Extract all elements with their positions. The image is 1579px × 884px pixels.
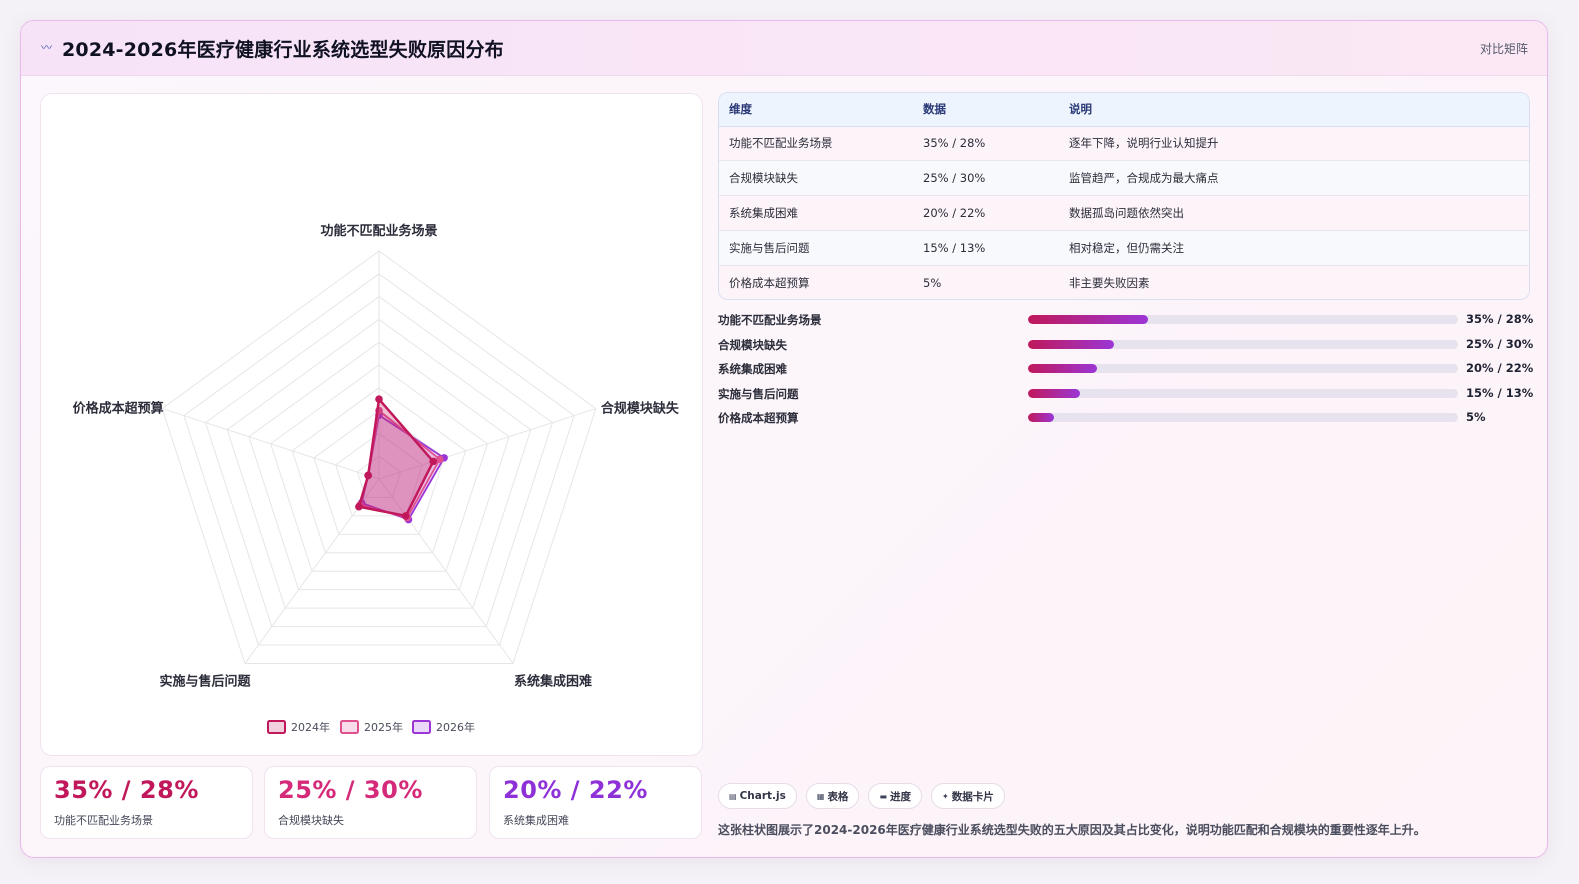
table-row: 价格成本超预算 5% 非主要失败因素 xyxy=(719,265,1529,299)
progress-value: 15% / 13% xyxy=(1466,385,1534,400)
chip-label: Chart.js xyxy=(739,790,786,802)
table-row: 合规模块缺失 25% / 30% 监管趋严，合规成为最大痛点 xyxy=(719,160,1529,197)
grid-spoke xyxy=(162,408,380,480)
progress-track xyxy=(1028,315,1458,324)
page-title: 2024-2026年医疗健康行业系统选型失败原因分布 xyxy=(62,39,504,61)
comparison-table: 维度 数据 说明 功能不匹配业务场景 35% / 28% 逐年下降，说明行业认知… xyxy=(718,92,1530,300)
table-cell: 合规模块缺失 xyxy=(719,160,913,197)
stat-card-compliance: 25% / 30% 合规模块缺失 xyxy=(264,766,477,839)
stat-card-integration: 20% / 22% 系统集成困难 xyxy=(489,766,702,839)
wave-icon: 〰 xyxy=(41,41,52,54)
progress-track xyxy=(1028,388,1458,398)
progress-row: 系统集成困难 20% / 22% xyxy=(718,359,1534,384)
table-cell: 35% / 28% xyxy=(913,126,1059,162)
progress-value: 5% xyxy=(1466,410,1486,424)
progress-track xyxy=(1028,339,1458,349)
table-row: 实施与售后问题 15% / 13% 相对稳定，但仍需关注 xyxy=(719,230,1529,266)
table-cell: 监管趋严，合规成为最大痛点 xyxy=(1059,160,1529,197)
table-cell: 15% / 13% xyxy=(913,230,1059,266)
progress-list: 功能不匹配业务场景 35% / 28% 合规模块缺失 25% / 30% 系统集… xyxy=(718,310,1534,433)
chip-label: 表格 xyxy=(827,790,849,803)
progress-row: 价格成本超预算 5% xyxy=(718,408,1530,433)
table-cell: 20% / 22% xyxy=(913,195,1059,231)
data-point xyxy=(402,512,410,520)
table-row: 系统集成困难 20% / 22% 数据孤岛问题依然突出 xyxy=(719,195,1529,231)
stat-value: 35% / 28% xyxy=(54,776,199,804)
progress-fill xyxy=(1028,388,1080,398)
table-cell: 5% xyxy=(923,275,942,290)
progress-value: 35% / 28% xyxy=(1466,312,1534,326)
chip-chartjs[interactable]: ▤ Chart.js xyxy=(718,783,797,809)
chart-description: 这张柱状图展示了2024-2026年医疗健康行业系统选型失败的五大原因及其占比变… xyxy=(718,823,1426,837)
axis-label: 功能不匹配业务场景 xyxy=(320,223,437,239)
progress-label: 功能不匹配业务场景 xyxy=(718,313,822,327)
chip-label: 数据卡片 xyxy=(951,790,994,803)
legend-swatch xyxy=(340,720,359,734)
radar-chart: 功能不匹配业务场景合规模块缺失系统集成困难 实施与售后问题 价格成本超预算 2024… xyxy=(73,223,680,734)
progress-label: 价格成本超预算 xyxy=(718,411,799,425)
table-cell: 功能不匹配业务场景 xyxy=(719,126,913,162)
progress-label: 系统集成困难 xyxy=(718,362,787,376)
legend-swatch xyxy=(412,720,431,734)
axis-label: 实施与售后问题 xyxy=(159,673,251,689)
table-cell: 系统集成困难 xyxy=(719,195,913,231)
progress-icon: ▬ xyxy=(879,791,887,801)
data-point xyxy=(435,455,444,464)
progress-row: 功能不匹配业务场景 35% / 28% xyxy=(718,310,1534,335)
progress-fill xyxy=(1028,339,1114,349)
table-row: 功能不匹配业务场景 35% / 28% 逐年下降，说明行业认知提升 xyxy=(719,126,1529,162)
chip-data-card[interactable]: ✦ 数据卡片 xyxy=(931,783,1005,809)
table-cell: 数据孤岛问题依然突出 xyxy=(1059,195,1529,231)
progress-value: 20% / 22% xyxy=(1466,361,1534,375)
progress-row: 合规模块缺失 25% / 30% xyxy=(718,335,1534,360)
stat-label: 系统集成困难 xyxy=(503,814,569,827)
data-point xyxy=(375,395,383,404)
dashboard-card: 〰 2024-2026年医疗健康行业系统选型失败原因分布 对比矩阵 功能不匹配业… xyxy=(20,20,1548,858)
data-point xyxy=(355,502,363,511)
stat-value: 25% / 30% xyxy=(278,776,423,804)
table-icon: ▦ xyxy=(816,791,825,801)
axis-label: 价格成本超预算 xyxy=(73,401,164,417)
header: 〰 2024-2026年医疗健康行业系统选型失败原因分布 对比矩阵 xyxy=(21,21,1547,76)
stat-label: 功能不匹配业务场景 xyxy=(54,814,153,827)
data-point xyxy=(364,471,372,480)
legend-swatch xyxy=(267,720,286,734)
chip-label: 进度 xyxy=(890,790,911,803)
legend-label: 2026年 xyxy=(436,720,475,734)
table-cell: 实施与售后问题 xyxy=(719,230,913,266)
feature-chips: ▤ Chart.js ▦ 表格 ▬ 进度 ✦ 数据卡片 xyxy=(718,783,1005,809)
table-header-row: 维度 数据 说明 xyxy=(719,93,1529,127)
data-point xyxy=(429,457,438,466)
progress-label: 合规模块缺失 xyxy=(718,337,787,352)
progress-track xyxy=(1028,364,1458,373)
stat-value: 20% / 22% xyxy=(503,776,648,804)
stat-card-functional: 35% / 28% 功能不匹配业务场景 xyxy=(40,766,253,839)
table-cell: 逐年下降，说明行业认知提升 xyxy=(1059,126,1529,162)
table-cell: 25% / 30% xyxy=(913,160,1059,197)
progress-row: 实施与售后问题 15% / 13% xyxy=(718,384,1534,409)
sparkle-icon: ✦ xyxy=(942,791,949,801)
axis-label: 合规模块缺失 xyxy=(601,401,680,417)
radar-chart-panel: 功能不匹配业务场景合规模块缺失系统集成困难 实施与售后问题 价格成本超预算 2024… xyxy=(40,93,703,756)
progress-value: 25% / 30% xyxy=(1466,336,1534,351)
progress-label: 实施与售后问题 xyxy=(718,386,799,401)
progress-fill xyxy=(1028,364,1097,373)
column-header: 维度 xyxy=(719,93,913,127)
table-cell: 非主要失败因素 xyxy=(1069,275,1150,290)
comparison-badge[interactable]: 对比矩阵 xyxy=(1480,40,1528,57)
table-cell: 价格成本超预算 xyxy=(729,275,810,290)
progress-fill xyxy=(1028,413,1054,422)
chip-table[interactable]: ▦ 表格 xyxy=(805,783,860,809)
progress-fill xyxy=(1028,315,1149,324)
axis-label: 系统集成困难 xyxy=(514,673,592,689)
legend-label: 2024年 xyxy=(291,720,330,734)
chip-progress[interactable]: ▬ 进度 xyxy=(868,783,922,809)
column-header: 说明 xyxy=(1059,93,1529,127)
progress-track xyxy=(1028,413,1458,422)
column-header: 数据 xyxy=(913,93,1059,127)
legend-label: 2025年 xyxy=(364,720,403,734)
stat-label: 合规模块缺失 xyxy=(278,814,344,827)
table-cell: 相对稳定，但仍需关注 xyxy=(1059,230,1529,266)
chart-icon: ▤ xyxy=(729,791,737,801)
